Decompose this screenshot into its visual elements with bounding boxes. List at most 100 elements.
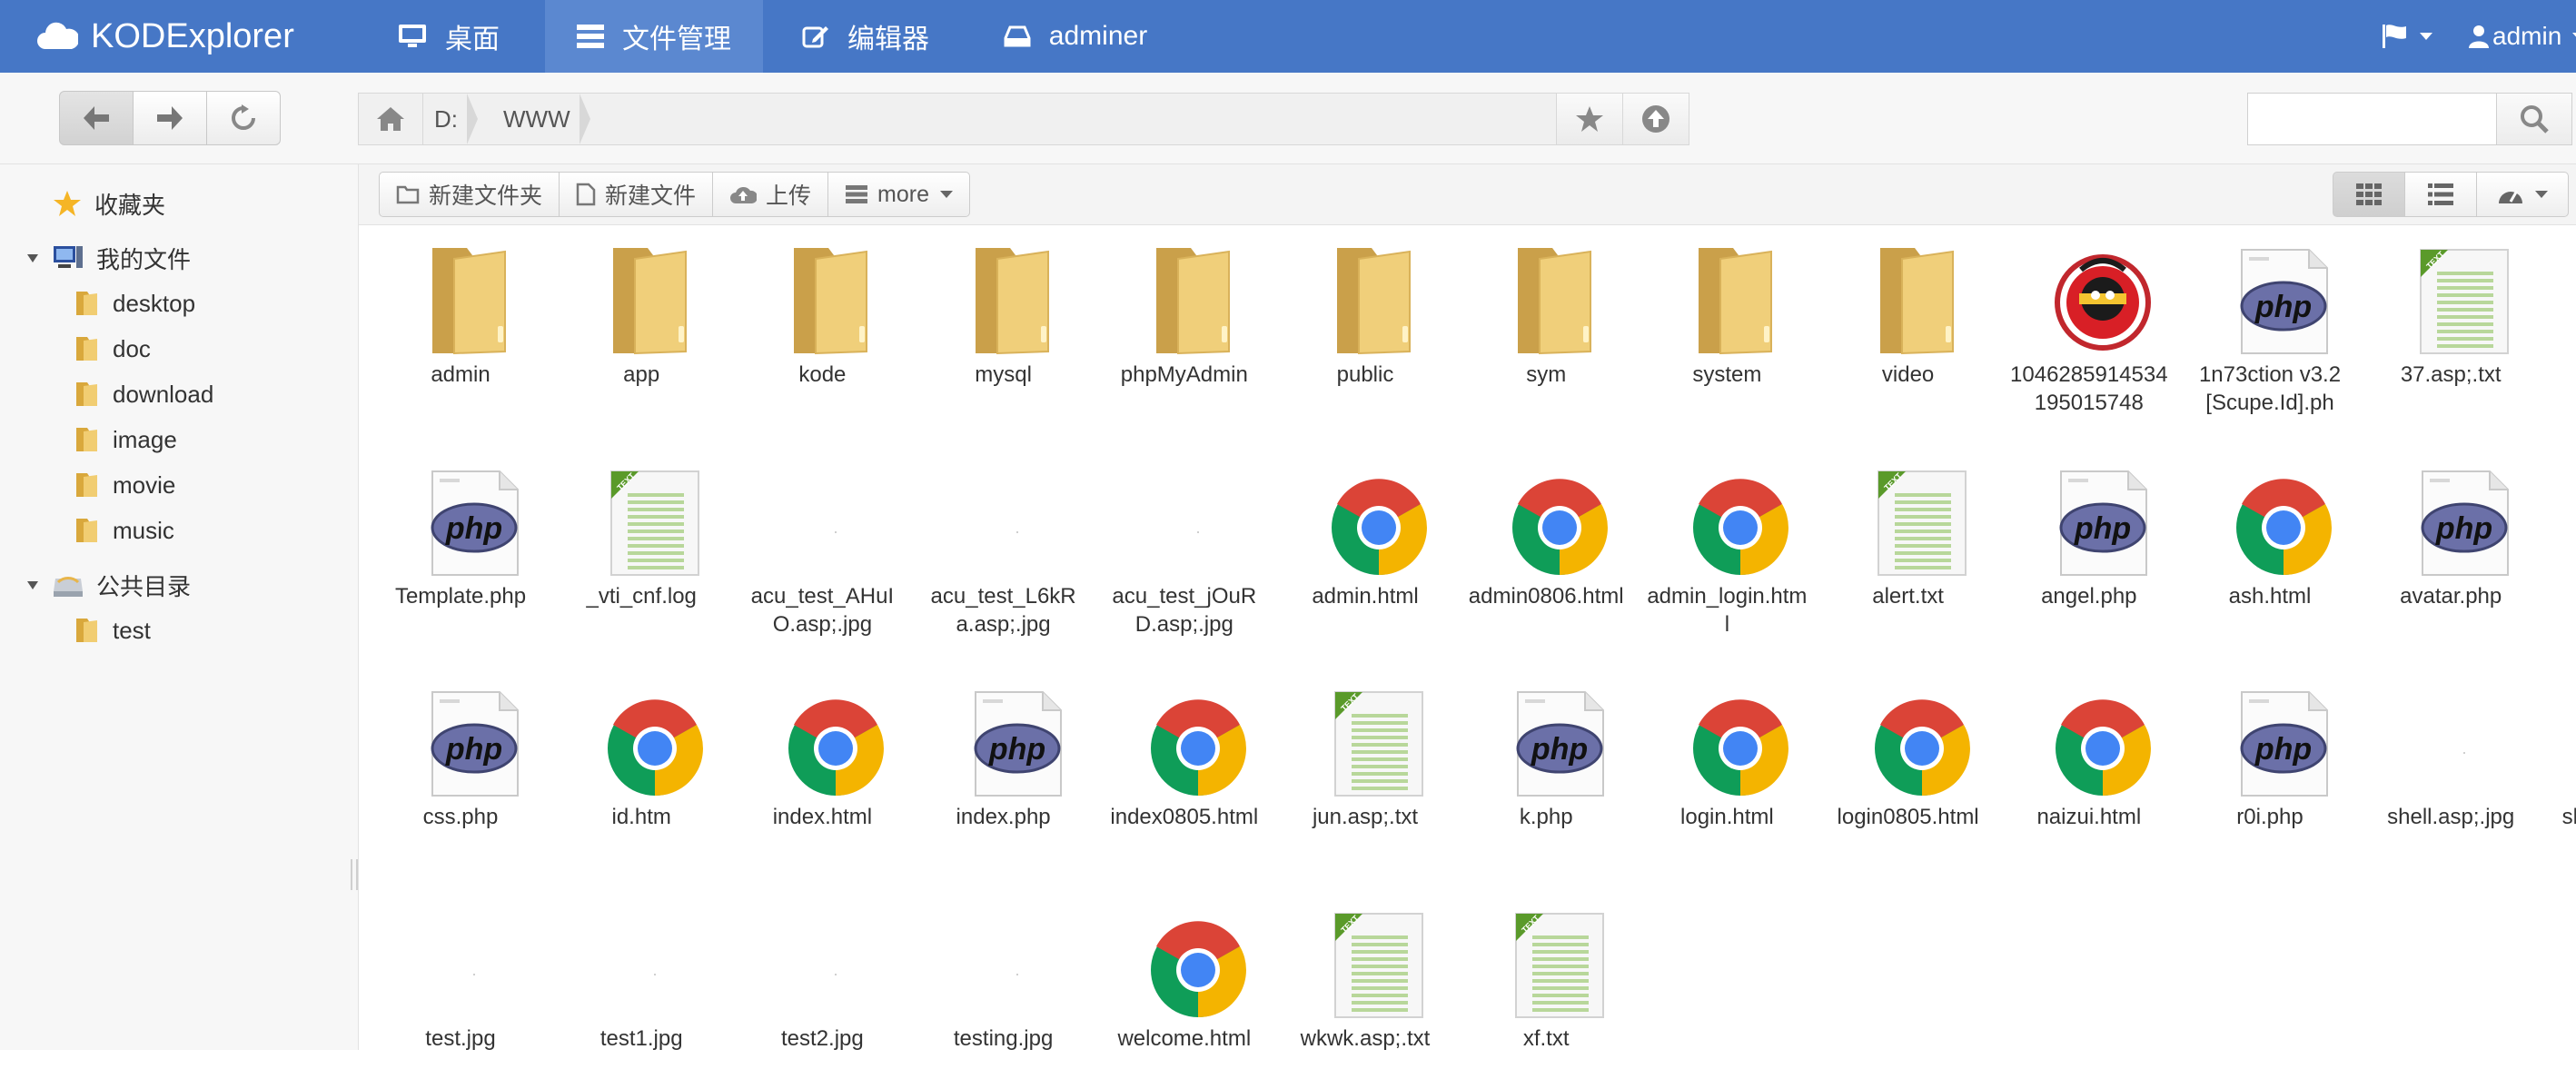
file-item[interactable]: admin0806.html	[1464, 446, 1628, 637]
file-item[interactable]: id.htm	[560, 667, 723, 857]
user-name: admin	[2492, 22, 2562, 50]
image-placeholder-icon	[967, 468, 1067, 577]
file-item[interactable]: welcome.html	[1103, 888, 1266, 1079]
file-item[interactable]: ash.html	[2188, 446, 2352, 637]
tab-adminer[interactable]: adminer	[976, 0, 1175, 73]
sidebar-item-music[interactable]: music	[73, 508, 174, 553]
caret-down-icon[interactable]	[27, 253, 38, 262]
file-item[interactable]: index.html	[740, 667, 904, 857]
display-settings-button[interactable]	[2476, 172, 2569, 217]
sidebar-item-label: download	[113, 380, 214, 408]
file-item[interactable]: login0805.html	[1827, 667, 1990, 857]
sidebar-resize-handle[interactable]	[351, 859, 358, 890]
new-file-button[interactable]: 新建文件	[559, 172, 714, 217]
sidebar-item-public[interactable]: 公共目录	[27, 562, 191, 608]
file-item[interactable]: test.jpg	[379, 888, 542, 1079]
tab-file-manager[interactable]: 文件管理	[545, 0, 763, 73]
forward-button[interactable]	[133, 91, 207, 145]
sidebar-item-doc[interactable]: doc	[73, 326, 151, 371]
more-button[interactable]: more	[827, 172, 971, 217]
user-menu[interactable]: admin	[2469, 0, 2576, 73]
file-item[interactable]: testing.jpg	[922, 888, 1085, 1079]
folder-icon	[1867, 246, 1967, 355]
file-item[interactable]: test2.jpg	[740, 888, 904, 1079]
folder-item[interactable]: public	[1283, 224, 1447, 415]
sidebar-item-my-files[interactable]: 我的文件	[27, 235, 191, 281]
search-button[interactable]	[2496, 94, 2571, 144]
file-item[interactable]: php angel.php	[2007, 446, 2171, 637]
tab-editor[interactable]: 编辑器	[781, 0, 950, 73]
file-item[interactable]: 7.asp;.jpg	[2550, 224, 2576, 415]
parent-folder-button[interactable]	[1622, 94, 1689, 144]
cloud-icon	[37, 22, 78, 49]
file-item[interactable]: TEXT jun.asp;.txt	[1283, 667, 1447, 857]
tab-label: 编辑器	[847, 25, 929, 54]
breadcrumb-drive[interactable]: D:	[423, 94, 478, 144]
file-item[interactable]: TEXT 37.asp;.txt	[2369, 224, 2532, 415]
folder-item[interactable]: sym	[1464, 224, 1628, 415]
sidebar-item-movie[interactable]: movie	[73, 462, 175, 508]
file-item[interactable]: shell.asp;.jpg	[2369, 667, 2532, 857]
file-item[interactable]: php index.php	[922, 667, 1085, 857]
caret-down-icon[interactable]	[27, 580, 38, 589]
text-file-icon: TEXT	[1872, 468, 1972, 577]
folder-item[interactable]: kode	[740, 224, 904, 415]
file-item[interactable]: acu_test_AHuIO.asp;.jpg	[740, 446, 904, 637]
file-item[interactable]: acu_test_jOuRD.asp;.jpg	[1103, 446, 1266, 637]
breadcrumb-folder[interactable]: WWW	[478, 94, 590, 144]
flag-menu[interactable]	[2382, 0, 2432, 73]
folder-item[interactable]: phpMyAdmin	[1103, 224, 1266, 415]
folder-item[interactable]: video	[1827, 224, 1990, 415]
sidebar-item-favorites[interactable]: 收藏夹	[53, 181, 165, 226]
file-item[interactable]: acu_test_L6kRa.asp;.jpg	[922, 446, 1085, 637]
file-grid: admin app kode mysql phpMyAdmin public sym syst…	[359, 224, 2576, 1051]
file-item[interactable]: php 1n73ction v3.2 [Scupe.Id].ph	[2188, 224, 2352, 415]
folder-item[interactable]: app	[560, 224, 723, 415]
file-item[interactable]: php k.php	[1464, 667, 1628, 857]
sidebar-item-desktop[interactable]: desktop	[73, 281, 195, 326]
file-item[interactable]: php avatar.php	[2369, 446, 2532, 637]
sidebar-item-label: image	[113, 425, 177, 453]
app-logo[interactable]: KODExplorer	[36, 0, 294, 73]
public-drive-icon	[53, 571, 84, 599]
file-name: 37.asp;.txt	[2400, 362, 2502, 387]
file-item[interactable]: 1046285914534195015748	[2007, 224, 2171, 415]
path-bar[interactable]: D: WWW	[358, 93, 1689, 145]
file-name: admin.html	[1312, 583, 1419, 609]
path-home-button[interactable]	[359, 94, 423, 144]
flag-icon	[2383, 25, 2406, 48]
folder-icon	[1504, 246, 1604, 355]
upload-button[interactable]: 上传	[712, 172, 829, 217]
list-view-button[interactable]	[2404, 172, 2477, 217]
folder-item[interactable]: admin	[379, 224, 542, 415]
file-item[interactable]: php Template.php	[379, 446, 542, 637]
file-item[interactable]: shell.asp;1.jpg	[2550, 667, 2576, 857]
file-item[interactable]: naizui.html	[2007, 667, 2171, 857]
sidebar-item-download[interactable]: download	[73, 371, 213, 417]
back-button[interactable]	[59, 91, 134, 145]
file-item[interactable]: index0805.html	[1103, 667, 1266, 857]
search-input[interactable]	[2248, 94, 2492, 144]
file-item[interactable]: admin.html	[1283, 446, 1447, 637]
folder-icon	[73, 290, 100, 317]
file-item[interactable]: TEXTcog.txt	[2550, 446, 2576, 637]
refresh-button[interactable]	[206, 91, 281, 145]
file-item[interactable]: TEXT wkwk.asp;.txt	[1283, 888, 1447, 1079]
folder-item[interactable]: system	[1645, 224, 1808, 415]
file-item[interactable]: php css.php	[379, 667, 542, 857]
sidebar-item-image[interactable]: image	[73, 417, 177, 462]
favorite-button[interactable]	[1556, 94, 1622, 144]
new-folder-button[interactable]: 新建文件夹	[379, 172, 560, 217]
action-bar: 新建文件夹 新建文件 上传 more	[359, 164, 2576, 225]
file-item[interactable]: login.html	[1645, 667, 1808, 857]
file-item[interactable]: TEXT alert.txt	[1827, 446, 1990, 637]
sidebar-item-test[interactable]: test	[73, 608, 151, 653]
folder-item[interactable]: mysql	[922, 224, 1085, 415]
file-item[interactable]: TEXT xf.txt	[1464, 888, 1628, 1079]
file-item[interactable]: test1.jpg	[560, 888, 723, 1079]
tab-desktop[interactable]: 桌面	[367, 0, 530, 73]
grid-view-button[interactable]	[2333, 172, 2405, 217]
file-item[interactable]: php r0i.php	[2188, 667, 2352, 857]
file-item[interactable]: admin_login.html	[1645, 446, 1808, 637]
file-item[interactable]: TEXT _vti_cnf.log	[560, 446, 723, 637]
